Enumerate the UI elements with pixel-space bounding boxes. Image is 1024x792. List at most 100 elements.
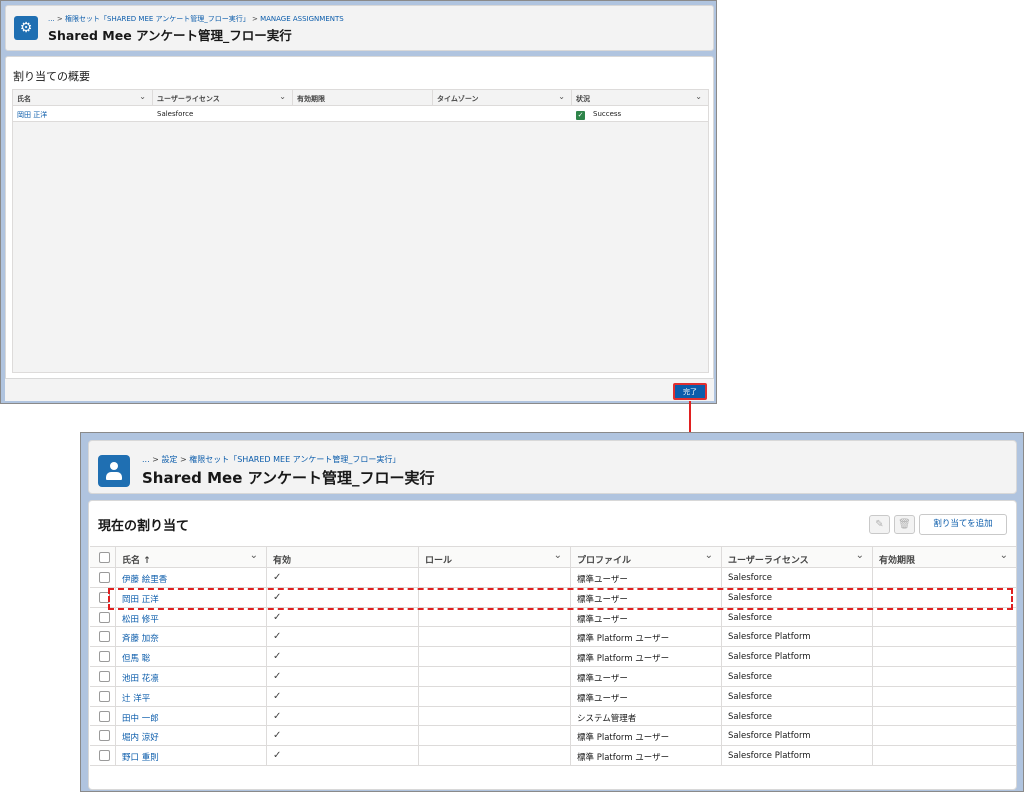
active-check-icon: ✓ <box>267 746 419 765</box>
page-header: ⚙ ... > 権限セット「SHARED MEE アンケート管理_フロー実行」 … <box>5 5 714 51</box>
license-cell: Salesforce <box>722 666 873 686</box>
column-header-status[interactable]: 状況 ⌄ <box>572 90 708 105</box>
expiry-cell <box>873 608 1016 627</box>
success-check-icon: ✓ <box>576 111 585 120</box>
column-header-active[interactable]: 有効 <box>267 547 419 567</box>
table-row: 野口 重則 ✓ 標準 Platform ユーザー Salesforce Platfor… <box>90 746 1016 766</box>
user-name-link[interactable]: 但馬 聡 <box>116 647 267 666</box>
page-title: Shared Mee アンケート管理_フロー実行 <box>48 28 292 43</box>
column-header-expiry[interactable]: 有効期限 ⌄ <box>873 547 1016 567</box>
user-name-link[interactable]: 辻 洋平 <box>116 686 267 706</box>
role-cell <box>419 627 571 647</box>
user-name-link[interactable]: 田中 一郎 <box>116 706 267 726</box>
column-header-role[interactable]: ロール ⌄ <box>419 547 571 567</box>
done-button[interactable]: 完了 <box>673 383 707 400</box>
row-select-cell <box>90 726 116 746</box>
breadcrumb-item[interactable]: 設定 <box>161 455 177 464</box>
select-all-checkbox[interactable] <box>99 552 110 563</box>
table-row: 堀内 涼好 ✓ 標準 Platform ユーザー Salesforce Platfor… <box>90 726 1016 747</box>
active-check-icon: ✓ <box>267 607 419 627</box>
profile-cell: 標準 Platform ユーザー <box>571 627 722 647</box>
role-cell <box>419 706 571 726</box>
timezone-cell <box>433 106 572 121</box>
row-checkbox[interactable] <box>99 611 110 623</box>
role-cell <box>419 666 571 686</box>
user-name-link[interactable]: 松田 修平 <box>116 607 267 627</box>
row-checkbox[interactable] <box>99 730 110 742</box>
profile-cell: 標準ユーザー <box>571 686 722 706</box>
column-header-name[interactable]: 氏名 ⌄ <box>13 90 153 105</box>
chevron-down-icon[interactable]: ⌄ <box>139 92 146 101</box>
table-row: 岡田 正洋 Salesforce ✓ Success <box>13 106 708 122</box>
user-name-link[interactable]: 岡田 正洋 <box>13 106 153 121</box>
license-cell: Salesforce Platform <box>722 746 873 765</box>
breadcrumb-item[interactable]: 権限セット「SHARED MEE アンケート管理_フロー実行」 <box>189 455 400 464</box>
expiry-cell <box>873 746 1016 765</box>
page-header: ... > 設定 > 権限セット「SHARED MEE アンケート管理_フロー実… <box>88 440 1017 494</box>
license-cell: Salesforce <box>722 607 873 627</box>
user-name-link[interactable]: 堀内 涼好 <box>116 726 267 746</box>
row-checkbox[interactable] <box>99 710 110 722</box>
highlight-dashed-box <box>108 588 1013 610</box>
expiry-cell <box>873 667 1016 686</box>
chevron-down-icon[interactable]: ⌄ <box>705 550 713 561</box>
chevron-down-icon[interactable]: ⌄ <box>554 550 562 561</box>
active-check-icon: ✓ <box>267 706 419 726</box>
breadcrumb-item[interactable]: 権限セット「SHARED MEE アンケート管理_フロー実行」 <box>65 15 250 23</box>
page-title: Shared Mee アンケート管理_フロー実行 <box>142 469 435 487</box>
row-checkbox[interactable] <box>99 690 110 702</box>
select-all-cell <box>90 547 116 567</box>
role-cell <box>419 647 571 666</box>
assignment-summary-screenshot: ⚙ ... > 権限セット「SHARED MEE アンケート管理_フロー実行」 … <box>0 0 717 404</box>
profile-cell: 標準 Platform ユーザー <box>571 726 722 746</box>
active-check-icon: ✓ <box>267 568 419 587</box>
column-header-expiry[interactable]: 有効期限 <box>293 90 433 105</box>
row-checkbox[interactable] <box>99 631 110 643</box>
expiry-cell <box>873 726 1016 745</box>
expiry-cell <box>293 106 433 121</box>
row-select-cell <box>90 627 116 647</box>
column-header-timezone[interactable]: タイムゾーン ⌄ <box>433 90 572 105</box>
table-row: 斉藤 加奈 ✓ 標準 Platform ユーザー Salesforce Platfor… <box>90 627 1016 648</box>
table-row: 松田 修平 ✓ 標準ユーザー Salesforce <box>90 607 1016 628</box>
user-name-link[interactable]: 野口 重則 <box>116 746 267 765</box>
column-header-license[interactable]: ユーザーライセンス ⌄ <box>153 90 293 105</box>
row-select-cell <box>90 686 116 706</box>
license-cell: Salesforce Platform <box>722 627 873 647</box>
row-select-cell <box>90 568 116 587</box>
row-checkbox[interactable] <box>99 750 110 762</box>
table-row: 但馬 聡 ✓ 標準 Platform ユーザー Salesforce Platform <box>90 647 1016 667</box>
column-header-license[interactable]: ユーザーライセンス ⌄ <box>722 547 873 567</box>
table-row: 伊藤 絵里香 ✓ 標準ユーザー Salesforce <box>90 568 1016 588</box>
add-assignment-button[interactable]: 割り当てを追加 <box>919 514 1007 535</box>
chevron-down-icon[interactable]: ⌄ <box>695 92 702 101</box>
row-checkbox[interactable] <box>99 572 110 583</box>
chevron-down-icon[interactable]: ⌄ <box>856 550 864 561</box>
chevron-down-icon[interactable]: ⌄ <box>279 92 286 101</box>
chevron-down-icon[interactable]: ⌄ <box>250 550 258 561</box>
status-cell: ✓ Success <box>572 106 708 121</box>
active-check-icon: ✓ <box>267 666 419 686</box>
summary-table: 氏名 ⌄ ユーザーライセンス ⌄ 有効期限 タイムゾーン ⌄ 状況 ⌄ 岡田 正洋 Sa… <box>12 89 709 373</box>
row-select-cell <box>90 706 116 726</box>
chevron-down-icon[interactable]: ⌄ <box>1000 550 1008 561</box>
user-name-link[interactable]: 伊藤 絵里香 <box>116 568 267 587</box>
breadcrumb-item[interactable]: ... <box>142 455 150 464</box>
delete-button[interactable]: 🗑 <box>894 515 915 534</box>
license-cell: Salesforce <box>722 706 873 726</box>
breadcrumb-item[interactable]: ... <box>48 15 55 23</box>
chevron-down-icon[interactable]: ⌄ <box>558 92 565 101</box>
row-checkbox[interactable] <box>99 651 110 663</box>
license-cell: Salesforce Platform <box>722 647 873 666</box>
expiry-cell <box>873 627 1016 646</box>
user-name-link[interactable]: 斉藤 加奈 <box>116 627 267 647</box>
active-check-icon: ✓ <box>267 726 419 746</box>
breadcrumb-item[interactable]: MANAGE ASSIGNMENTS <box>260 15 344 23</box>
column-header-name[interactable]: 氏名 ↑ ⌄ <box>116 547 267 567</box>
row-checkbox[interactable] <box>99 670 110 682</box>
user-name-link[interactable]: 池田 花凛 <box>116 666 267 686</box>
table-header: 氏名 ⌄ ユーザーライセンス ⌄ 有効期限 タイムゾーン ⌄ 状況 ⌄ <box>13 90 708 106</box>
edit-button[interactable]: ✎ <box>869 515 890 534</box>
active-check-icon: ✓ <box>267 647 419 666</box>
column-header-profile[interactable]: プロファイル ⌄ <box>571 547 722 567</box>
